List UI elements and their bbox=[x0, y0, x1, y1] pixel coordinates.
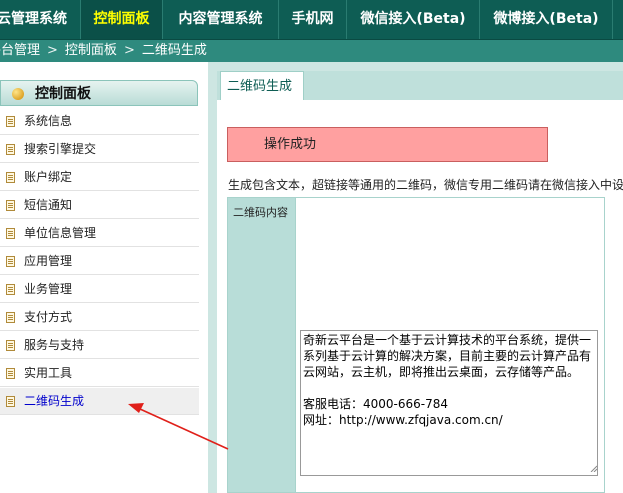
sidebar-item-label: 短信通知 bbox=[24, 198, 73, 212]
sidebar-item-label: 支付方式 bbox=[24, 310, 73, 324]
document-icon bbox=[6, 228, 15, 239]
nav-control-panel[interactable]: 控制面板 bbox=[81, 0, 163, 39]
page-description: 生成包含文本，超链接等通用的二维码，微信专用二维码请在微信接入中设置。 bbox=[228, 178, 623, 192]
nav-cloud-management[interactable]: 云管理系统 bbox=[0, 0, 81, 39]
sidebar-item-label: 搜索引擎提交 bbox=[24, 142, 97, 156]
document-icon bbox=[6, 312, 15, 323]
sidebar-item-label: 实用工具 bbox=[24, 366, 73, 380]
sidebar-item-organization-info[interactable]: 单位信息管理 bbox=[0, 220, 199, 247]
sidebar-item-label: 单位信息管理 bbox=[24, 226, 97, 240]
document-icon bbox=[6, 284, 15, 295]
qr-content-label: 二维码内容 bbox=[233, 206, 288, 219]
sidebar-item-system-info[interactable]: 系统信息 bbox=[0, 108, 199, 135]
sidebar-item-label: 二维码生成 bbox=[24, 394, 85, 408]
tab-qr-generator[interactable]: 二维码生成 bbox=[220, 71, 304, 100]
breadcrumb-item-control-panel[interactable]: 控制面板 bbox=[65, 40, 117, 62]
form-label-cell: 二维码内容 bbox=[228, 198, 296, 492]
sidebar-item-label: 应用管理 bbox=[24, 254, 73, 268]
breadcrumb: 平台管理 > 控制面板 > 二维码生成 bbox=[0, 40, 623, 62]
sidebar: 控制面板 系统信息 搜索引擎提交 账户绑定 短信通知 单位信息管理 应用管理 业… bbox=[0, 80, 199, 415]
resize-grip-icon[interactable] bbox=[590, 465, 597, 472]
sidebar-item-label: 服务与支持 bbox=[24, 338, 85, 352]
breadcrumb-item-current: 二维码生成 bbox=[141, 43, 207, 58]
sidebar-item-sms-notify[interactable]: 短信通知 bbox=[0, 192, 199, 219]
document-icon bbox=[6, 396, 15, 407]
sidebar-item-label: 系统信息 bbox=[24, 114, 73, 128]
document-icon bbox=[6, 144, 15, 155]
orb-icon bbox=[12, 88, 24, 100]
document-icon bbox=[6, 256, 15, 267]
nav-mobile-site[interactable]: 手机网 bbox=[279, 0, 347, 39]
document-icon bbox=[6, 340, 15, 351]
document-icon bbox=[6, 200, 15, 211]
sidebar-item-payment-methods[interactable]: 支付方式 bbox=[0, 304, 199, 331]
document-icon bbox=[6, 368, 15, 379]
top-navigation: 云管理系统 控制面板 内容管理系统 手机网 微信接入(Beta) 微博接入(Be… bbox=[0, 0, 623, 40]
sidebar-item-account-binding[interactable]: 账户绑定 bbox=[0, 164, 199, 191]
sidebar-item-service-support[interactable]: 服务与支持 bbox=[0, 332, 199, 359]
nav-wechat-access[interactable]: 微信接入(Beta) bbox=[347, 0, 480, 39]
qr-content-textarea[interactable]: 奇新云平台是一个基于云计算技术的平台系统，提供一系列基于云计算的解决方案，目前主… bbox=[300, 330, 598, 476]
sidebar-header: 控制面板 bbox=[0, 80, 198, 106]
sidebar-item-label: 账户绑定 bbox=[24, 170, 73, 184]
nav-content-management[interactable]: 内容管理系统 bbox=[163, 0, 279, 39]
sidebar-item-qr-generator[interactable]: 二维码生成 bbox=[0, 388, 199, 415]
breadcrumb-separator: > bbox=[47, 43, 58, 58]
success-alert: 操作成功 bbox=[227, 127, 548, 162]
sidebar-item-label: 业务管理 bbox=[24, 282, 73, 296]
sidebar-item-business-management[interactable]: 业务管理 bbox=[0, 276, 199, 303]
breadcrumb-item-platform[interactable]: 平台管理 bbox=[0, 40, 40, 62]
document-icon bbox=[6, 116, 15, 127]
sidebar-item-app-management[interactable]: 应用管理 bbox=[0, 248, 199, 275]
document-icon bbox=[6, 172, 15, 183]
sidebar-title: 控制面板 bbox=[35, 86, 91, 102]
sidebar-item-utilities[interactable]: 实用工具 bbox=[0, 360, 199, 387]
nav-weibo-access[interactable]: 微博接入(Beta) bbox=[480, 0, 613, 39]
tab-strip: 二维码生成 bbox=[217, 71, 623, 100]
breadcrumb-separator: > bbox=[123, 43, 135, 58]
sidebar-item-search-submit[interactable]: 搜索引擎提交 bbox=[0, 136, 199, 163]
